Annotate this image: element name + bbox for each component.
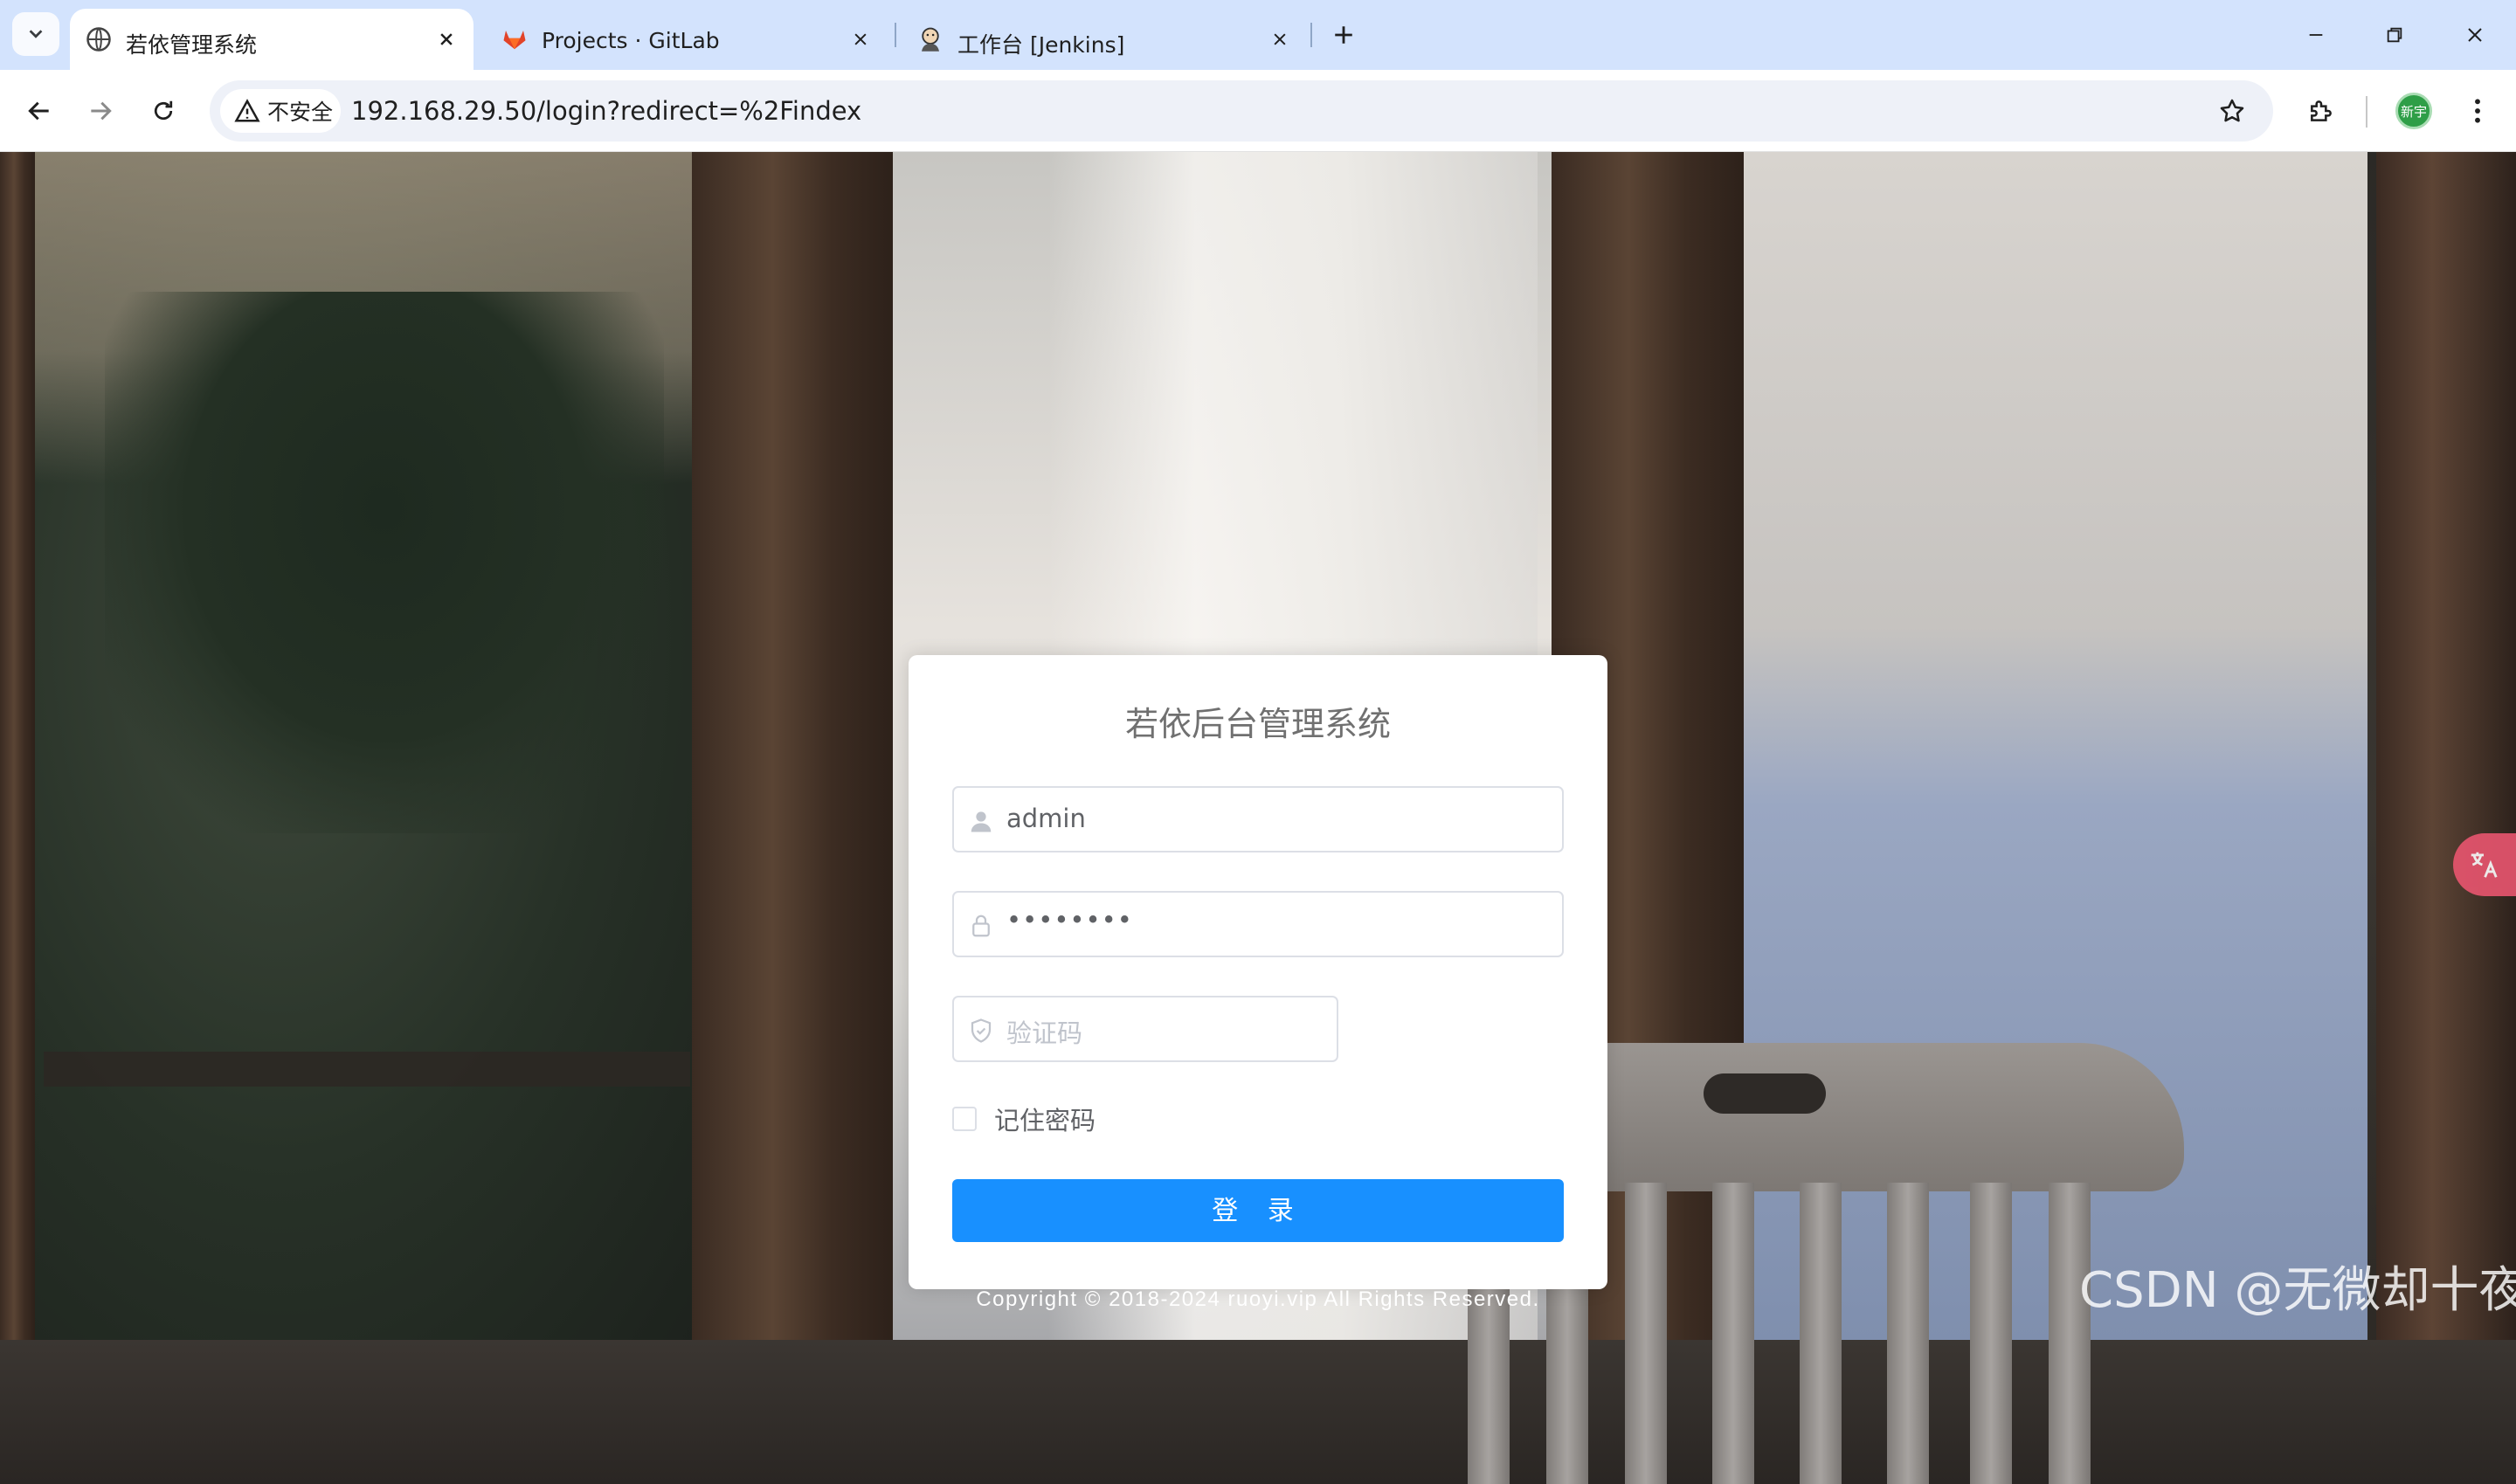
background-chair-slat	[1800, 1183, 1842, 1484]
close-window-button[interactable]	[2455, 16, 2495, 54]
address-bar[interactable]: 不安全 192.168.29.50/login?redirect=%2Finde…	[210, 80, 2273, 141]
username-value: admin	[1006, 804, 1086, 833]
puzzle-icon	[2311, 100, 2332, 121]
globe-icon	[86, 27, 111, 52]
tab-title: 若依管理系统	[126, 32, 258, 58]
reload-button[interactable]	[142, 89, 185, 133]
bookmark-button[interactable]	[2214, 93, 2250, 129]
tab-gitlab[interactable]: Projects · GitLab	[486, 9, 888, 70]
translate-widget[interactable]	[2453, 833, 2516, 896]
forward-button[interactable]	[79, 89, 122, 133]
tab-title: Projects · GitLab	[542, 28, 720, 53]
tab-separator	[1310, 23, 1312, 47]
gitlab-fox-icon	[503, 31, 526, 50]
lock-icon	[972, 915, 990, 937]
browser-menu-button[interactable]	[2458, 89, 2497, 133]
profile-avatar[interactable]: 新宇	[2395, 93, 2432, 129]
toolbar-separator	[2366, 96, 2367, 128]
close-icon	[2468, 28, 2482, 42]
extensions-button[interactable]	[2299, 89, 2343, 133]
password-value: ••••••••	[1006, 905, 1133, 935]
minimize-window-button[interactable]	[2296, 16, 2336, 54]
browser-tab-bar: 若依管理系统 Projects · GitLab 工作台 [Jenkins]	[0, 0, 2516, 70]
password-input[interactable]: ••••••••	[952, 891, 1564, 957]
close-tab-button[interactable]	[1267, 26, 1293, 52]
csdn-watermark: CSDN @无微却十夜	[2079, 1262, 2516, 1319]
back-button[interactable]	[17, 89, 61, 133]
background-chair-slat	[1970, 1183, 2012, 1484]
background-table	[44, 1052, 690, 1087]
minimize-icon	[2309, 34, 2323, 36]
close-tab-button[interactable]	[847, 26, 874, 52]
background-chair-slat	[2049, 1183, 2091, 1484]
captcha-placeholder: 验证码	[1006, 1018, 1083, 1048]
login-title: 若依后台管理系统	[1124, 705, 1391, 743]
background-post	[692, 152, 893, 1484]
tab-ruoyi[interactable]: 若依管理系统	[70, 9, 473, 70]
captcha-input[interactable]: 验证码	[952, 996, 1338, 1062]
reload-icon	[154, 100, 173, 121]
restore-icon	[2387, 27, 2402, 43]
tab-title: 工作台 [Jenkins]	[957, 32, 1125, 58]
background-trees	[105, 292, 664, 833]
close-icon	[854, 33, 867, 45]
username-input[interactable]: admin	[952, 786, 1564, 852]
background-chair-slat	[1625, 1183, 1667, 1484]
background-chair-handle	[1704, 1073, 1826, 1114]
remember-checkbox[interactable]	[952, 1107, 977, 1131]
background-chair-slat	[1887, 1183, 1929, 1484]
login-form: 若依后台管理系统 admin •••••••• 验证码 记住密码 登 录	[909, 655, 1607, 1289]
background-floor	[0, 1340, 2516, 1484]
browser-toolbar: 不安全 192.168.29.50/login?redirect=%2Finde…	[0, 70, 2516, 152]
security-label: 不安全	[267, 100, 334, 125]
warning-icon	[234, 99, 260, 122]
remember-password[interactable]: 记住密码	[952, 1104, 1096, 1135]
new-tab-button[interactable]	[1326, 17, 1361, 52]
close-icon	[1274, 33, 1286, 45]
url-text[interactable]: 192.168.29.50/login?redirect=%2Findex	[351, 96, 861, 126]
background-chair-slat	[1712, 1183, 1754, 1484]
tab-search-button[interactable]	[12, 12, 59, 56]
login-button[interactable]: 登 录	[952, 1179, 1564, 1242]
user-icon	[971, 811, 992, 832]
tab-separator	[895, 23, 896, 47]
tab-jenkins[interactable]: 工作台 [Jenkins]	[902, 9, 1317, 70]
chevron-down-icon	[29, 30, 43, 38]
background-post	[0, 152, 35, 1484]
translate-icon	[2471, 852, 2498, 878]
close-icon	[440, 33, 453, 45]
arrow-left-icon	[28, 101, 49, 121]
arrow-right-icon	[91, 101, 112, 121]
shield-icon	[971, 1018, 992, 1043]
security-indicator[interactable]: 不安全	[220, 89, 341, 133]
plus-icon	[1335, 26, 1352, 44]
more-vertical-icon	[2475, 99, 2480, 123]
close-tab-button[interactable]	[433, 26, 460, 52]
remember-label: 记住密码	[994, 1106, 1096, 1135]
star-icon	[2220, 99, 2244, 122]
jenkins-butler-icon	[922, 27, 939, 52]
restore-window-button[interactable]	[2374, 16, 2415, 54]
